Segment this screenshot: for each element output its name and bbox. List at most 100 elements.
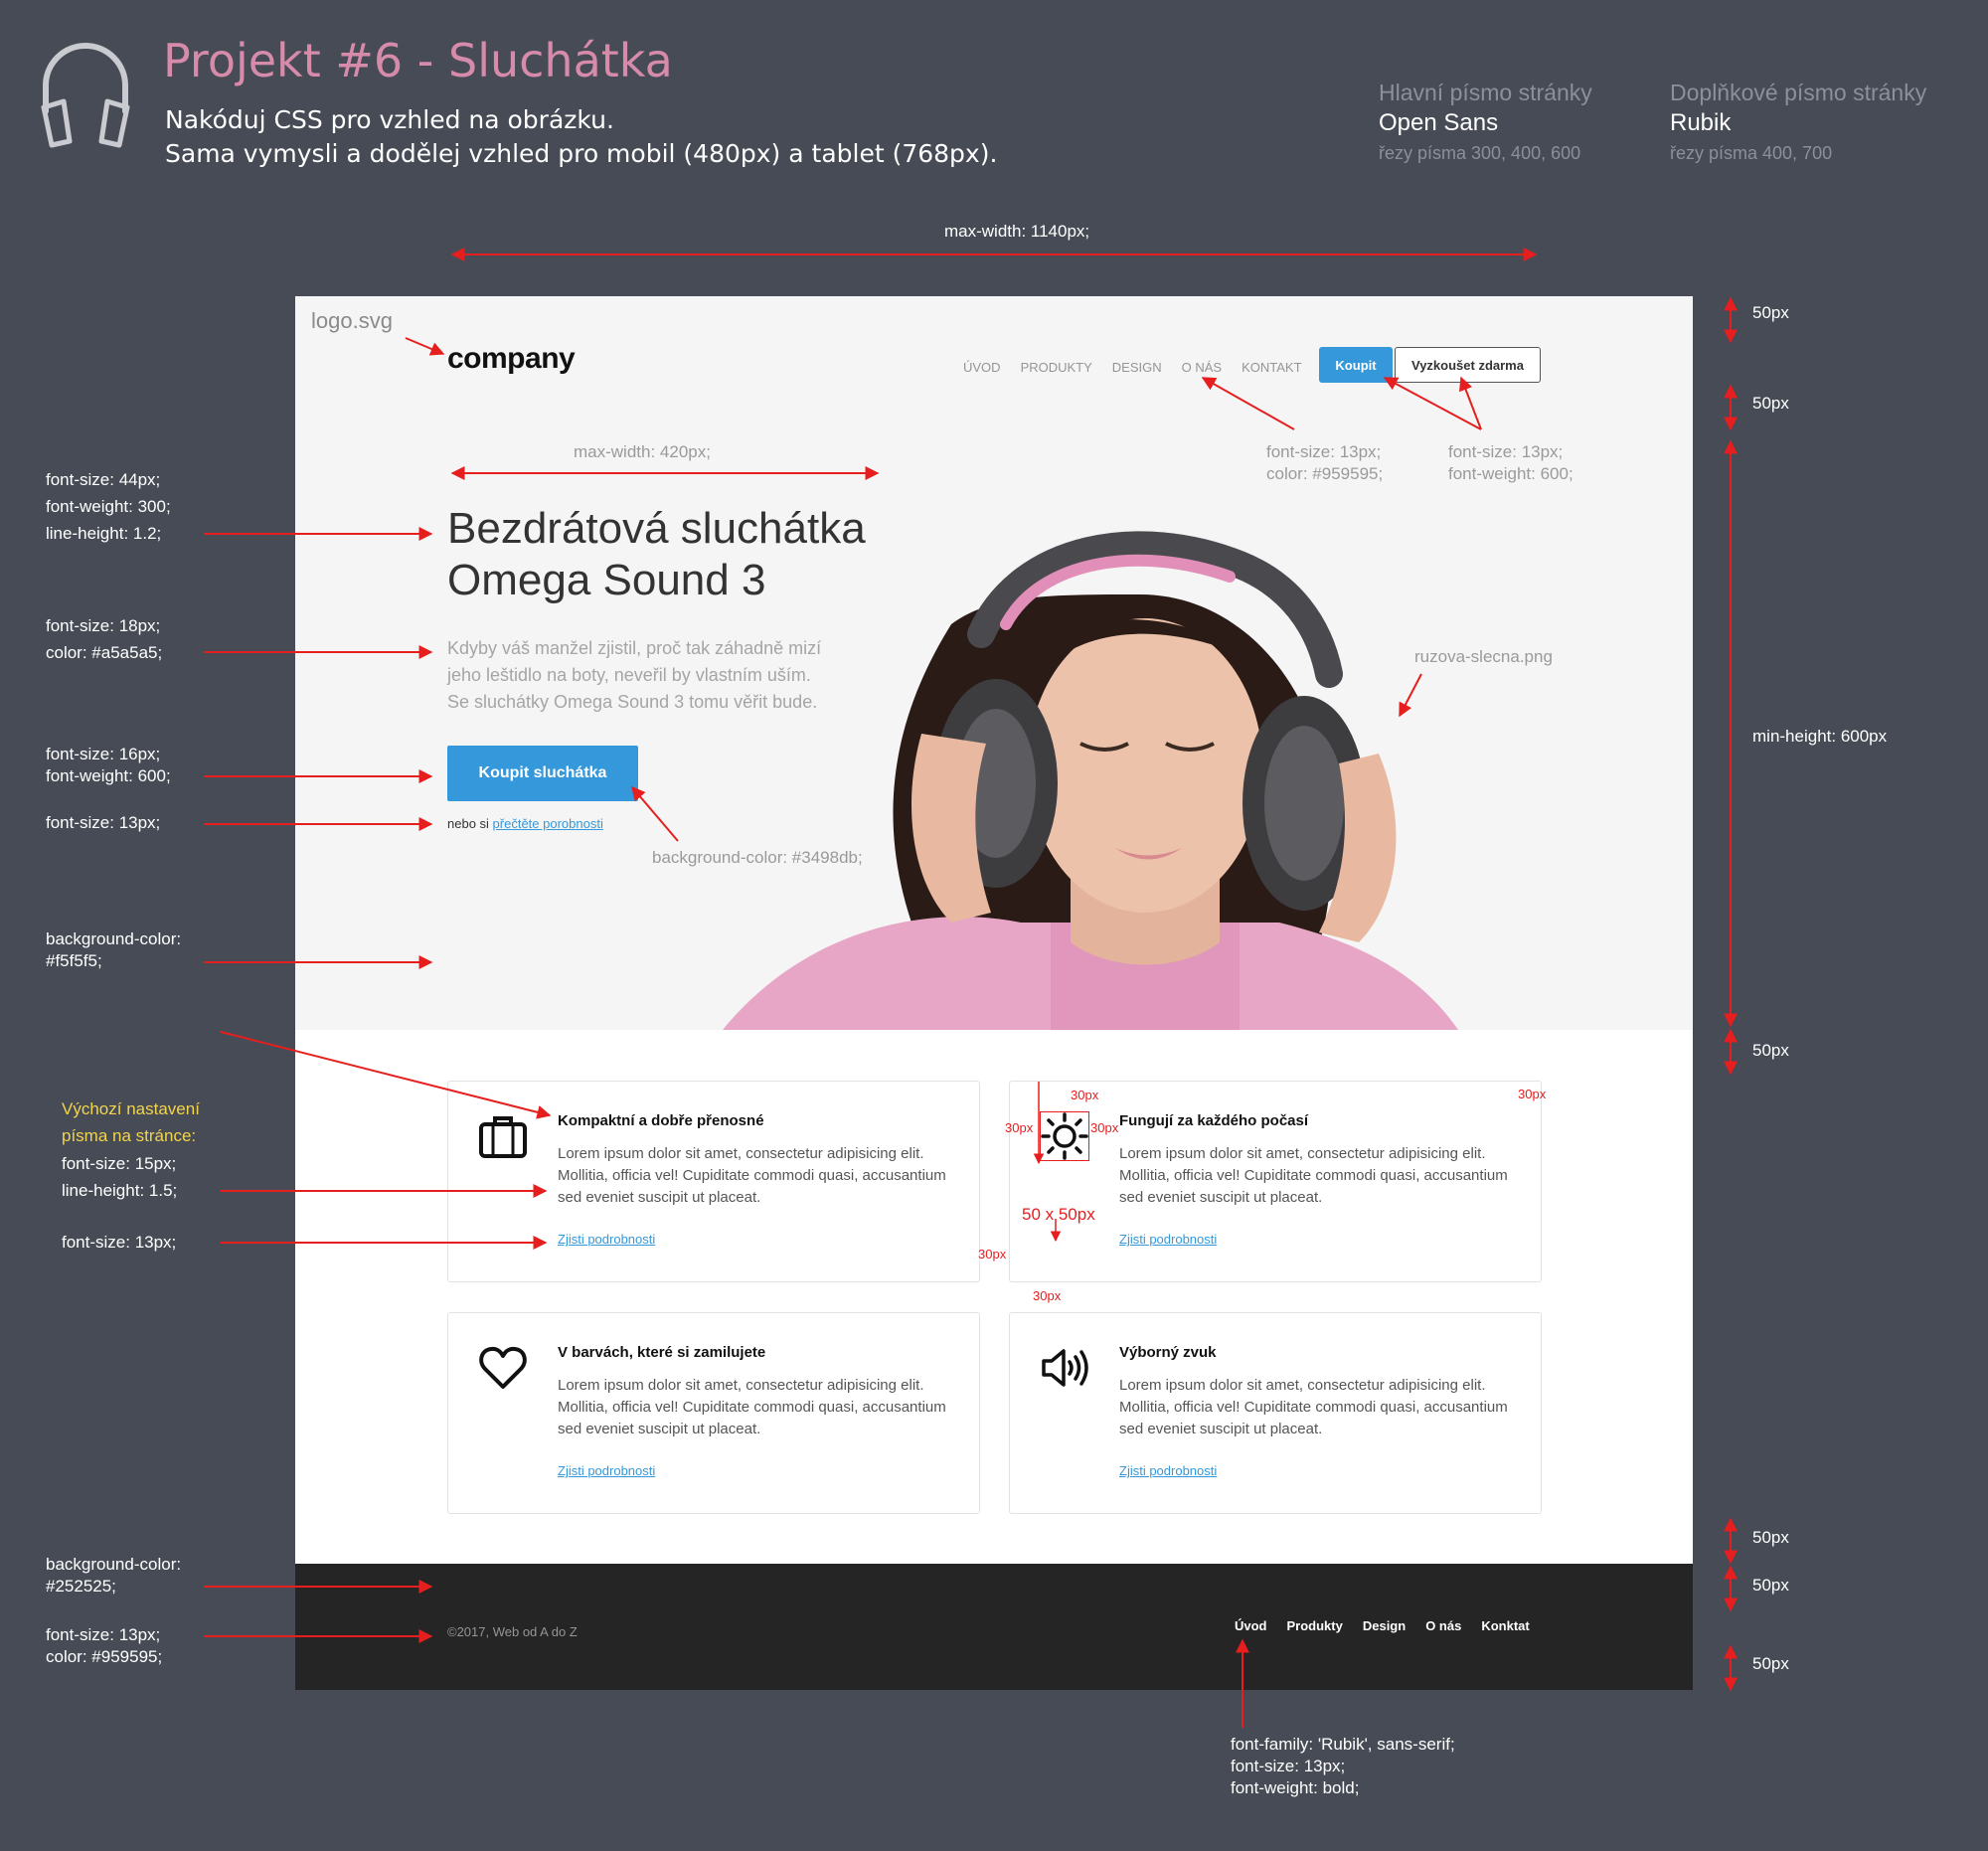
- card-title: V barvách, které si zamilujete: [558, 1344, 766, 1361]
- note-line: font-weight: 300;: [46, 497, 171, 516]
- sun-icon: [1040, 1111, 1089, 1161]
- footer-font-note: font-size: 13px; color: #959595;: [46, 1624, 162, 1668]
- hero-max-width-label: max-width: 420px;: [574, 442, 711, 461]
- note-line: font-size: 16px;: [46, 745, 161, 763]
- note-line: Výchozí nastavení: [62, 1099, 200, 1118]
- main-font-label: Hlavní písmo stránky: [1379, 80, 1592, 105]
- footer-top-spacing-label: 50px: [1752, 1576, 1789, 1595]
- hero-spacing-label: 50px: [1752, 1041, 1789, 1060]
- feature-card: Výborný zvuk Lorem ipsum dolor sit amet,…: [1009, 1312, 1542, 1514]
- note-line: line-height: 1.2;: [46, 524, 162, 543]
- headphones-icon: [41, 43, 130, 148]
- card-text: Lorem ipsum dolor sit amet, consectetur …: [558, 1377, 946, 1437]
- defaults-line-height: line-height: 1.5;: [62, 1181, 178, 1200]
- defaults-font-size: font-size: 15px;: [62, 1154, 177, 1173]
- buttons-font-weight: font-weight: 600;: [1448, 464, 1574, 483]
- card-text: Lorem ipsum dolor sit amet, consectetur …: [558, 1145, 946, 1206]
- spacing-label: 30px: [978, 1247, 1007, 1262]
- note-line: background-color:: [46, 1555, 182, 1574]
- hero-text-line: Kdyby váš manžel zjistil, proč tak záhad…: [447, 638, 822, 658]
- main-font-weights: řezy písma 300, 400, 600: [1379, 143, 1581, 163]
- title-font-note: font-size: 44px; font-weight: 300; line-…: [46, 466, 171, 547]
- card-link-font-note: font-size: 13px;: [62, 1233, 177, 1252]
- note-line: font-weight: bold;: [1231, 1778, 1360, 1797]
- buy-headphones-button[interactable]: Koupit sluchátka: [447, 746, 638, 801]
- note-line: color: #a5a5a5;: [46, 643, 163, 662]
- company-logo[interactable]: company: [447, 342, 576, 376]
- card-title: Výborný zvuk: [1119, 1344, 1217, 1361]
- footer-nav-uvod[interactable]: Úvod: [1235, 1618, 1267, 1633]
- hero-text-line: Se sluchátky Omega Sound 3 tomu věřit bu…: [447, 692, 818, 712]
- nav-item-uvod[interactable]: ÚVOD: [963, 360, 1001, 375]
- hero-title-line: Bezdrátová sluchátka: [447, 504, 866, 553]
- buy-button[interactable]: Koupit: [1319, 347, 1393, 383]
- task-line: Nakóduj CSS pro vzhled na obrázku.: [165, 105, 614, 134]
- note-line: background-color:: [46, 929, 182, 948]
- main-font-info: Hlavní písmo stránky Open Sans řezy písm…: [1379, 78, 1592, 167]
- copyright: ©2017, Web od A do Z: [447, 1624, 578, 1639]
- hero-small-prefix: nebo si: [447, 816, 493, 831]
- note-line: font-size: 18px;: [46, 616, 161, 635]
- note-line: color: #959595;: [46, 1647, 163, 1666]
- footer-nav-kontakt[interactable]: Konktat: [1481, 1618, 1529, 1633]
- spacing-label: 30px: [1033, 1288, 1062, 1303]
- footer-nav-produkty[interactable]: Produkty: [1287, 1618, 1343, 1633]
- nav-item-kontakt[interactable]: KONTAKT: [1242, 360, 1301, 375]
- cards-bottom-spacing-label: 50px: [1752, 1528, 1789, 1547]
- speaker-icon: [1042, 1349, 1088, 1387]
- footer-nav-design[interactable]: Design: [1363, 1618, 1406, 1633]
- card-link[interactable]: Zjisti podrobnosti: [558, 1463, 655, 1478]
- card-text: Lorem ipsum dolor sit amet, consectetur …: [1119, 1377, 1508, 1437]
- buttons-font-note: font-size: 13px; font-weight: 600;: [1448, 441, 1574, 485]
- hero-title-line: Omega Sound 3: [447, 556, 766, 604]
- card-text: Lorem ipsum dolor sit amet, consectetur …: [1119, 1145, 1508, 1206]
- secondary-font-label: Doplňkové písmo stránky: [1670, 80, 1927, 105]
- nav-item-o-nas[interactable]: O NÁS: [1182, 360, 1222, 375]
- secondary-font-weights: řezy písma 400, 700: [1670, 143, 1833, 163]
- spacing-label: 30px: [1090, 1120, 1119, 1135]
- footer-nav-font-note: font-family: 'Rubik', sans-serif; font-s…: [1231, 1734, 1455, 1799]
- project-title: Projekt #6 - Sluchátka: [163, 34, 673, 87]
- nav-spacing-label: 50px: [1752, 394, 1789, 413]
- secondary-font-info: Doplňkové písmo stránky Rubik řezy písma…: [1670, 78, 1926, 167]
- defaults-title: Výchozí nastavení písma na stránce:: [62, 1095, 200, 1149]
- hero-title: Bezdrátová sluchátka Omega Sound 3: [447, 503, 866, 606]
- spacing-label: 30px: [1005, 1120, 1034, 1135]
- spacing-label: 30px: [1071, 1088, 1099, 1102]
- card-link[interactable]: Zjisti podrobnosti: [558, 1232, 655, 1247]
- note-line: #f5f5f5;: [46, 951, 102, 970]
- briefcase-icon: [479, 1116, 527, 1158]
- secondary-font-name: Rubik: [1670, 109, 1732, 136]
- nav-font-color: color: #959595;: [1266, 464, 1384, 483]
- hero-small-text: nebo si přečtěte porobnosti: [447, 816, 603, 831]
- small-font-note: font-size: 13px;: [46, 813, 161, 832]
- card-link[interactable]: Zjisti podrobnosti: [1119, 1463, 1217, 1478]
- note-line: font-size: 13px;: [1231, 1757, 1346, 1775]
- try-free-button[interactable]: Vyzkoušet zdarma: [1395, 347, 1541, 383]
- task-description: Nakóduj CSS pro vzhled na obrázku. Sama …: [165, 103, 997, 171]
- note-line: font-family: 'Rubik', sans-serif;: [1231, 1735, 1455, 1754]
- logo-file-label: logo.svg: [311, 308, 393, 333]
- feature-card: Fungují za každého počasí Lorem ipsum do…: [1009, 1081, 1542, 1282]
- footer-bg-note: background-color: #252525;: [46, 1554, 181, 1598]
- nav-item-produkty[interactable]: PRODUKTY: [1021, 360, 1092, 375]
- feature-card: Kompaktní a dobře přenosné Lorem ipsum d…: [447, 1081, 980, 1282]
- max-width-label: max-width: 1140px;: [944, 222, 1090, 241]
- nav-font-size: font-size: 13px;: [1266, 442, 1382, 461]
- footer-nav: Úvod Produkty Design O nás Konktat: [1235, 1618, 1530, 1633]
- spacing-label: 30px: [1518, 1087, 1547, 1101]
- card-link[interactable]: Zjisti podrobnosti: [1119, 1232, 1217, 1247]
- nav-item-design[interactable]: DESIGN: [1112, 360, 1162, 375]
- details-link[interactable]: přečtěte porobnosti: [493, 816, 603, 831]
- buttons-font-size: font-size: 13px;: [1448, 442, 1564, 461]
- button-bg-note: background-color: #3498db;: [652, 848, 863, 867]
- main-font-name: Open Sans: [1379, 109, 1499, 136]
- nav-font-note: font-size: 13px; color: #959595;: [1266, 441, 1383, 485]
- note-line: font-weight: 600;: [46, 766, 171, 785]
- footer-nav-o-nas[interactable]: O nás: [1425, 1618, 1461, 1633]
- card-title: Kompaktní a dobře přenosné: [558, 1112, 764, 1129]
- footer-bottom-spacing-label: 50px: [1752, 1654, 1789, 1673]
- heart-icon: [479, 1346, 527, 1389]
- icon-size-label: 50 x 50px: [1022, 1205, 1095, 1224]
- task-line: Sama vymysli a dodělej vzhled pro mobil …: [165, 139, 998, 168]
